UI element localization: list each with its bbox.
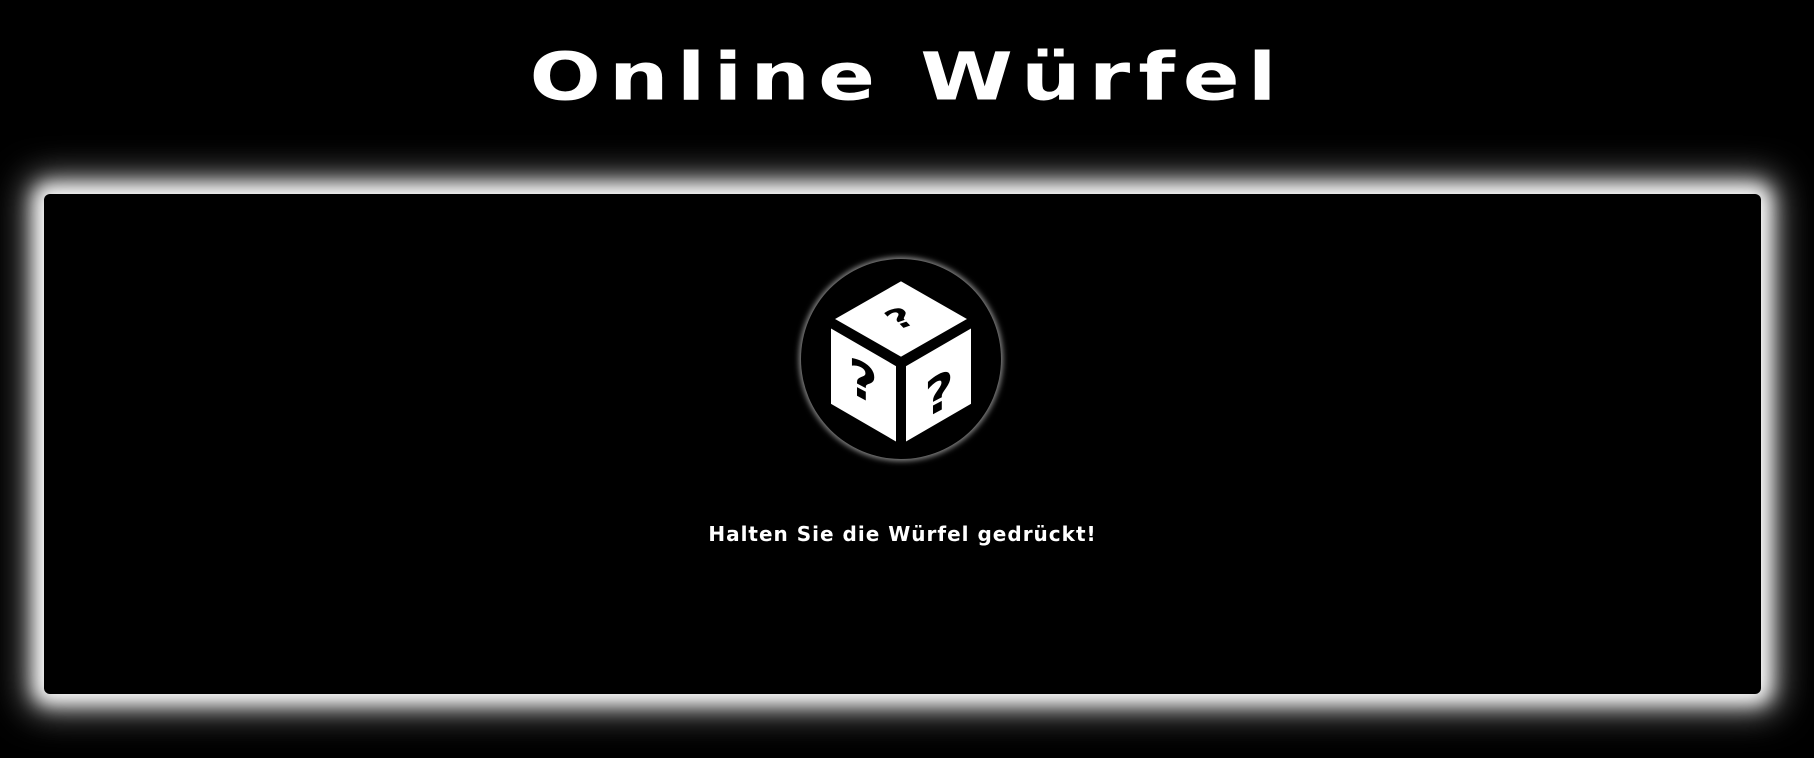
hold-dice-hint: Halten Sie die Würfel gedrückt!: [708, 522, 1097, 546]
page-title: Online Würfel: [529, 38, 1285, 116]
dice-panel: ? ? ? Halten Sie die Würfel gedrückt!: [44, 194, 1761, 694]
question-dice-icon: ? ? ?: [827, 277, 975, 447]
roll-dice-button[interactable]: ? ? ?: [801, 259, 1001, 459]
